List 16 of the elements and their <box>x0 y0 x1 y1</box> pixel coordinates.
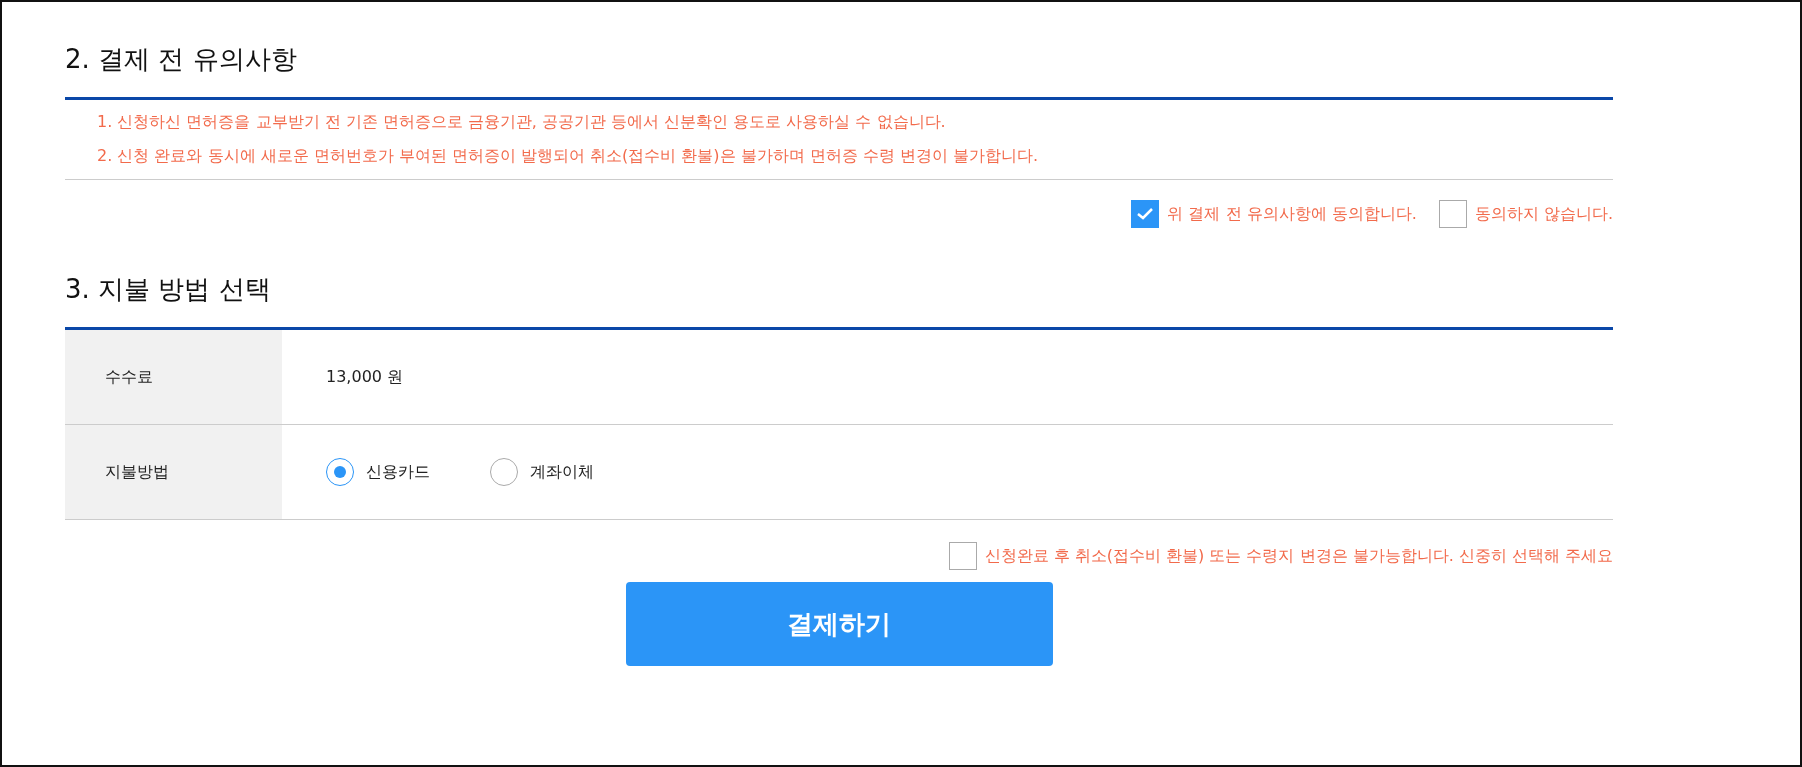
pay-button[interactable]: 결제하기 <box>625 582 1053 666</box>
notice-text: 1. 신청하신 면허증을 교부받기 전 기존 면허증으로 금융기관, 공공기관 등에서 신분확인 용도로 사용하실 수 없습니다. <box>97 112 947 133</box>
table-header-cell: 지불방법 <box>65 425 282 519</box>
checkbox[interactable] <box>1131 200 1160 228</box>
radio-label[interactable]: 계좌이체 <box>530 461 594 483</box>
checkbox-label[interactable]: 위 결제 전 유의사항에 동의합니다. <box>1167 203 1417 225</box>
section-title: 2. 결제 전 유의사항 <box>65 32 1613 100</box>
checkbox[interactable] <box>1438 200 1467 228</box>
checkbox[interactable] <box>948 542 977 570</box>
checkbox-label[interactable]: 동의하지 않습니다. <box>1474 203 1613 225</box>
radio-label[interactable]: 신용카드 <box>366 461 430 483</box>
table-cell-text: 13,000 원 <box>325 365 404 388</box>
checkbox-label[interactable]: 신청완료 후 취소(접수비 환불) 또는 수령지 변경은 불가능합니다. 신중히 선택해 주세요 <box>984 545 1613 567</box>
table-header-cell: 수수료 <box>65 330 282 424</box>
checkmark-icon <box>1137 208 1154 220</box>
notice-text: 2. 신청 완료와 동시에 새로운 면허번호가 부여된 면허증이 발행되어 취소(접수비 환불)은 불가하며 면허증 수령 변경이 불가합니다. <box>97 146 1040 167</box>
